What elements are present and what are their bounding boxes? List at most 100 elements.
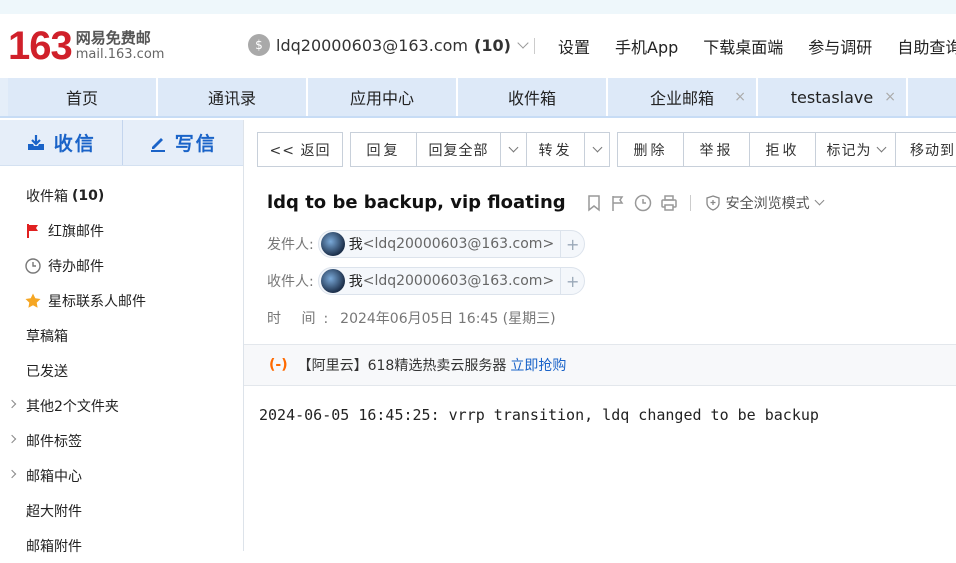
account-menu[interactable]: $ ldq20000603@163.com (10) <box>248 34 529 56</box>
folder-other-folders[interactable]: 其他2个文件夹 <box>0 388 243 423</box>
from-label: 发件人: <box>267 237 314 253</box>
folder-starred-contacts[interactable]: 星标联系人邮件 <box>0 283 243 318</box>
ad-link[interactable]: 立即抢购 <box>510 355 566 375</box>
folder-label: 邮件标签 <box>26 433 82 450</box>
mail-toolbar: << 返回 回复 回复全部 转发 删除 举报 拒收 标记为 移动到 <box>257 132 956 167</box>
chevron-down-icon <box>876 142 886 153</box>
folder-inbox[interactable]: 收件箱 (10) <box>0 178 243 213</box>
close-icon[interactable]: × <box>884 89 896 105</box>
ad-banner[interactable]: (-) 【阿里云】618精选热卖云服务器 立即抢购 <box>244 344 956 386</box>
folder-sent[interactable]: 已发送 <box>0 353 243 388</box>
self-service-link[interactable]: 自助查询 <box>897 34 956 58</box>
folder-mail-attachments[interactable]: 邮箱附件 <box>0 528 243 563</box>
mark-as-button[interactable]: 标记为 <box>815 132 895 167</box>
flag-icon[interactable] <box>610 194 626 212</box>
sidebar: 收信 写信 收件箱 (10) 红旗邮件 待办邮件 星标联系人邮件 草稿箱 已发送 <box>0 120 244 555</box>
compose-label: 写信 <box>174 133 217 155</box>
folder-mail-center[interactable]: 邮箱中心 <box>0 458 243 493</box>
chevron-right-icon[interactable] <box>7 434 17 444</box>
folder-label: 邮箱中心 <box>26 468 82 485</box>
add-contact-button[interactable]: + <box>560 268 584 294</box>
star-icon <box>24 293 42 309</box>
pen-icon <box>150 137 165 152</box>
folder-label: 已发送 <box>26 363 68 380</box>
to-row: 收件人: 我 <ldq20000603@163.com> + <box>267 267 586 295</box>
tab-contacts[interactable]: 通讯录 <box>158 78 308 116</box>
tab-inbox[interactable]: 收件箱 <box>458 78 608 116</box>
tab-overflow <box>908 78 956 116</box>
download-tray-icon <box>27 134 44 150</box>
mark-as-label: 标记为 <box>826 142 872 159</box>
close-icon[interactable]: × <box>734 89 746 105</box>
folder-drafts[interactable]: 草稿箱 <box>0 318 243 353</box>
chevron-right-icon[interactable] <box>7 399 17 409</box>
ad-text: 【阿里云】618精选热卖云服务器 <box>297 358 507 374</box>
add-contact-button[interactable]: + <box>560 231 584 257</box>
reply-button[interactable]: 回复 <box>350 132 416 167</box>
forward-dropdown[interactable] <box>584 132 610 167</box>
avatar <box>320 269 345 293</box>
tab-testaslave[interactable]: testaslave × <box>758 78 908 116</box>
survey-link[interactable]: 参与调研 <box>808 34 872 58</box>
mobile-app-link[interactable]: 手机App <box>615 34 678 58</box>
avatar <box>320 232 345 256</box>
folder-label: 邮箱附件 <box>26 538 82 555</box>
time-row: 时 间: 2024年06月05日 16:45 (星期三) <box>267 308 556 328</box>
bookmark-icon[interactable] <box>586 194 602 212</box>
report-button[interactable]: 举报 <box>683 132 749 167</box>
safe-browse-mode[interactable]: 安全浏览模式 <box>705 193 825 213</box>
to-label: 收件人: <box>267 274 314 290</box>
top-links: 设置 手机App 下载桌面端 参与调研 自助查询 <box>558 34 956 58</box>
desktop-download-link[interactable]: 下载桌面端 <box>703 34 783 58</box>
sender-chip[interactable]: 我 <ldq20000603@163.com> + <box>317 230 586 258</box>
receive-button[interactable]: 收信 <box>0 120 122 165</box>
back-button[interactable]: << 返回 <box>257 132 343 167</box>
red-flag-icon <box>24 223 42 239</box>
recipient-address: <ldq20000603@163.com> <box>362 273 555 289</box>
folder-large-attachments[interactable]: 超大附件 <box>0 493 243 528</box>
tab-label: 企业邮箱 <box>649 89 714 108</box>
folder-label: 其他2个文件夹 <box>26 398 119 415</box>
logo[interactable]: 163 网易免费邮 mail.163.com <box>8 24 164 68</box>
top-strip <box>0 0 956 14</box>
tab-label: 通讯录 <box>207 89 256 108</box>
folder-red-flag[interactable]: 红旗邮件 <box>0 213 243 248</box>
folder-label: 草稿箱 <box>26 328 68 345</box>
reply-dropdown[interactable] <box>500 132 526 167</box>
folder-label: 超大附件 <box>26 503 82 520</box>
folder-label: 收件箱 <box>26 188 68 205</box>
folder-mail-tags[interactable]: 邮件标签 <box>0 423 243 458</box>
chevron-right-icon[interactable] <box>7 469 17 479</box>
delete-button[interactable]: 删除 <box>617 132 683 167</box>
mail-body: 2024-06-05 16:45:25: vrrp transition, ld… <box>259 406 819 424</box>
unread-count: (10) <box>72 187 105 204</box>
forward-button[interactable]: 转发 <box>526 132 584 167</box>
compose-button[interactable]: 写信 <box>121 120 244 165</box>
move-to-button[interactable]: 移动到 <box>895 132 956 167</box>
mail-reader: << 返回 回复 回复全部 转发 删除 举报 拒收 标记为 移动到 ldq to… <box>244 120 956 551</box>
print-icon[interactable] <box>660 194 678 212</box>
aliyun-logo-icon: (-) <box>269 357 288 373</box>
tab-label: 应用中心 <box>349 89 414 108</box>
tab-label: testaslave <box>790 87 874 107</box>
chevron-down-icon <box>814 195 825 206</box>
chevron-down-icon <box>517 37 529 49</box>
tab-home[interactable]: 首页 <box>8 78 158 116</box>
tab-enterprise-mail[interactable]: 企业邮箱 × <box>608 78 758 116</box>
recipient-chip[interactable]: 我 <ldq20000603@163.com> + <box>317 267 586 295</box>
folder-todo[interactable]: 待办邮件 <box>0 248 243 283</box>
divider <box>534 38 535 54</box>
from-row: 发件人: 我 <ldq20000603@163.com> + <box>267 230 586 258</box>
tab-app-center[interactable]: 应用中心 <box>308 78 458 116</box>
reject-button[interactable]: 拒收 <box>749 132 815 167</box>
sender-name: 我 <box>348 237 363 253</box>
chevron-down-icon <box>592 142 602 153</box>
reply-all-button[interactable]: 回复全部 <box>416 132 500 167</box>
logo-domain: mail.163.com <box>75 47 165 62</box>
clock-icon <box>24 257 42 274</box>
nav-tabs: 首页 通讯录 应用中心 收件箱 企业邮箱 × testaslave × <box>0 78 956 118</box>
mail-time: 2024年06月05日 16:45 (星期三) <box>340 311 556 327</box>
shield-icon <box>706 194 720 211</box>
settings-link[interactable]: 设置 <box>558 34 590 58</box>
clock-icon[interactable] <box>634 194 652 212</box>
